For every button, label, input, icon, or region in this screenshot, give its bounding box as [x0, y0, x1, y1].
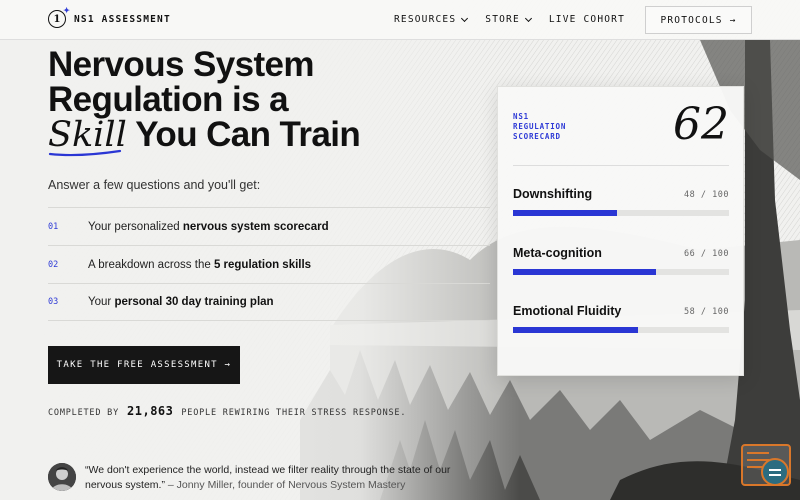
- sparkle-icon: ✦: [63, 5, 70, 15]
- chevron-down-icon: [461, 14, 469, 22]
- logo-mark-text: 1: [53, 13, 61, 25]
- avatar-icon: [48, 463, 76, 491]
- benefit-text-pre: Your: [88, 296, 115, 308]
- benefit-number: 01: [48, 221, 59, 232]
- social-proof-count: 21,863: [127, 404, 174, 418]
- scorecard-label: NS1 REGULATION SCORECARD: [513, 112, 593, 142]
- benefit-text-pre: A breakdown across the: [88, 258, 214, 271]
- metric-value: 48 / 100: [684, 190, 729, 200]
- nav-item-label: LIVE COHORT: [548, 14, 626, 25]
- benefit-text-bold: 5 regulation skills: [213, 258, 312, 271]
- nav-item-live-cohort[interactable]: LIVE COHORT: [549, 14, 625, 25]
- progress-track: [513, 210, 729, 216]
- nav-links: RESOURCES STORE LIVE COHORT: [394, 14, 643, 25]
- scorecard-label-line: SCORECARD: [513, 132, 561, 141]
- chevron-down-icon: [524, 14, 532, 22]
- social-proof-pre: COMPLETED BY: [48, 408, 120, 418]
- metric-meta-cognition: Meta-cognition 66 / 100: [513, 246, 729, 275]
- metric-emotional-fluidity: Emotional Fluidity 58 / 100: [513, 304, 729, 333]
- logo[interactable]: 1 ✦ NS1 ASSESSMENT: [48, 5, 171, 28]
- benefit-number: 03: [48, 297, 59, 307]
- testimonial-quote: “We don't experience the world, instead …: [85, 463, 485, 493]
- nav-item-label: STORE: [485, 14, 520, 25]
- logo-icon: 1 ✦: [48, 5, 70, 28]
- progress-track: [513, 327, 729, 333]
- progress-track: [513, 269, 729, 275]
- social-proof-post: PEOPLE REWIRING THEIR STRESS RESPONSE.: [181, 408, 407, 418]
- take-assessment-button[interactable]: TAKE THE FREE ASSESSMENT →: [48, 346, 240, 384]
- metric-downshifting: Downshifting 48 / 100: [513, 187, 729, 216]
- benefit-text: Your personal 30 day training plan: [88, 296, 274, 308]
- social-proof: COMPLETED BY 21,863 PEOPLE REWIRING THEI…: [48, 404, 406, 418]
- scorecard-label-line: REGULATION: [513, 122, 567, 131]
- nav-item-resources[interactable]: RESOURCES: [394, 14, 469, 25]
- scorecard-card: NS1 REGULATION SCORECARD 62 Downshifting…: [497, 86, 744, 376]
- title-line-3: Skill You Can Train: [48, 115, 378, 157]
- benefit-text-pre: Your personalized: [88, 220, 183, 233]
- benefit-text-bold: personal 30 day training plan: [114, 296, 274, 308]
- benefit-text-bold: nervous system scorecard: [182, 220, 329, 233]
- metric-value: 66 / 100: [684, 249, 729, 259]
- chat-bubble-icon: [761, 458, 789, 486]
- metric-value: 58 / 100: [684, 307, 729, 317]
- benefit-item: 03 Your personal 30 day training plan: [48, 283, 490, 321]
- scorecard-label-line: NS1: [513, 112, 529, 121]
- title-line-3-rest: You Can Train: [126, 115, 361, 154]
- benefits-list: 01 Your personalized nervous system scor…: [48, 207, 490, 321]
- nav-item-store[interactable]: STORE: [485, 14, 532, 25]
- protocols-button[interactable]: PROTOCOLS →: [645, 6, 752, 34]
- testimonial: “We don't experience the world, instead …: [48, 463, 485, 493]
- quote-author: – Jonny Miller, founder of Nervous Syste…: [164, 479, 406, 491]
- nav-item-label: RESOURCES: [394, 14, 457, 25]
- progress-fill: [513, 210, 617, 216]
- title-skill-word: Skill: [48, 118, 127, 157]
- progress-fill: [513, 327, 639, 333]
- benefit-item: 01 Your personalized nervous system scor…: [48, 207, 490, 245]
- page-title: Nervous System Regulation is a Skill You…: [48, 45, 378, 157]
- title-line-2: Regulation is a: [48, 80, 289, 119]
- underline-accent: [48, 149, 122, 157]
- benefit-item: 02 A breakdown across the 5 regulation s…: [48, 245, 490, 283]
- hero-subtitle: Answer a few questions and you'll get:: [48, 178, 261, 192]
- title-line-1: Nervous System: [48, 45, 315, 84]
- avatar: [48, 463, 76, 491]
- benefit-number: 02: [48, 259, 59, 270]
- top-navigation: 1 ✦ NS1 ASSESSMENT RESOURCES STORE LIVE …: [0, 0, 800, 40]
- chat-widget-icon[interactable]: [741, 444, 791, 486]
- benefit-text: A breakdown across the 5 regulation skil…: [88, 259, 311, 271]
- benefit-text: Your personalized nervous system scoreca…: [88, 221, 329, 233]
- logo-text: NS1 ASSESSMENT: [74, 13, 171, 25]
- overall-score: 62: [673, 99, 729, 150]
- divider: [513, 165, 729, 166]
- progress-fill: [513, 269, 656, 275]
